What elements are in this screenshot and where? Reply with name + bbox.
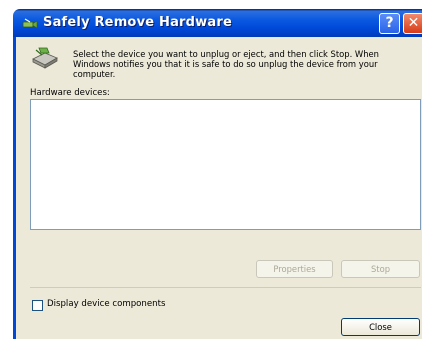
safely-remove-hardware-window: Safely Remove Hardware ? ✕ Select the de… bbox=[0, 0, 422, 339]
help-button[interactable]: ? bbox=[379, 13, 400, 34]
title-close-button[interactable]: ✕ bbox=[403, 13, 422, 34]
close-button[interactable]: Close bbox=[341, 318, 420, 336]
instruction-text: Select the device you want to unplug or … bbox=[73, 49, 379, 79]
stop-button[interactable]: Stop bbox=[341, 260, 420, 278]
safely-remove-hardware-icon bbox=[22, 18, 38, 29]
hardware-device-icon bbox=[32, 47, 58, 69]
hardware-devices-list[interactable] bbox=[30, 99, 421, 230]
hardware-devices-label: Hardware devices: bbox=[30, 88, 110, 98]
separator bbox=[30, 287, 421, 288]
window-title: Safely Remove Hardware bbox=[43, 15, 232, 30]
display-device-components-label[interactable]: Display device components bbox=[47, 299, 165, 309]
title-bar[interactable]: Safely Remove Hardware ? ✕ bbox=[13, 9, 422, 37]
display-device-components-checkbox[interactable] bbox=[32, 300, 43, 311]
properties-button[interactable]: Properties bbox=[256, 260, 333, 278]
